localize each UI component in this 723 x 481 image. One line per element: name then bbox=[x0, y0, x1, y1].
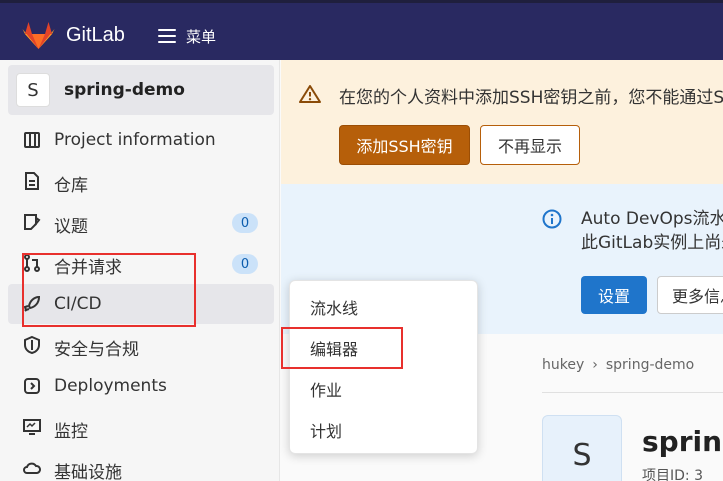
auto-devops-line-1: Auto DevOps流水线 bbox=[581, 209, 723, 229]
sidebar-item-infrastructure[interactable]: 基础设施 bbox=[8, 448, 274, 481]
project-avatar: S bbox=[16, 73, 50, 107]
info-icon bbox=[542, 209, 562, 229]
issues-icon bbox=[24, 214, 41, 230]
gitlab-logo-icon[interactable] bbox=[22, 18, 55, 50]
breadcrumb: hukey › spring-demo bbox=[542, 357, 694, 373]
sidebar-item-label: 仓库 bbox=[54, 176, 88, 196]
sidebar-item-deployments[interactable]: Deployments bbox=[8, 366, 274, 406]
auto-devops-line-2: 此GitLab实例上尚未 bbox=[581, 233, 723, 253]
document-icon bbox=[25, 172, 39, 190]
menu-item-jobs[interactable]: 作业 bbox=[290, 369, 477, 409]
auto-devops-message: Auto DevOps流水线 此GitLab实例上尚未 bbox=[581, 207, 723, 255]
monitor-icon bbox=[23, 419, 41, 435]
hamburger-icon bbox=[158, 29, 176, 43]
sidebar-project-header[interactable]: S spring-demo bbox=[8, 65, 274, 115]
deployments-icon bbox=[24, 378, 40, 394]
merge-requests-count-badge: 0 bbox=[232, 254, 258, 274]
dont-show-again-button[interactable]: 不再显示 bbox=[480, 125, 580, 165]
sidebar-item-repository[interactable]: 仓库 bbox=[8, 161, 274, 201]
menu-item-pipelines[interactable]: 流水线 bbox=[290, 287, 477, 327]
sidebar-item-issues[interactable]: 议题 0 bbox=[8, 202, 274, 242]
editor-highlight-box bbox=[281, 327, 403, 369]
sidebar-item-monitor[interactable]: 监控 bbox=[8, 407, 274, 447]
sidebar-item-project-information[interactable]: Project information bbox=[8, 120, 274, 160]
cloud-icon bbox=[23, 462, 41, 474]
sidebar-item-label: 基础设施 bbox=[54, 463, 122, 481]
menu-item-schedules[interactable]: 计划 bbox=[290, 410, 477, 450]
settings-button[interactable]: 设置 bbox=[581, 276, 647, 314]
sidebar-item-label: Project information bbox=[54, 130, 216, 150]
sidebar-item-label: 监控 bbox=[54, 422, 88, 442]
cicd-highlight-box bbox=[22, 253, 196, 327]
project-id: 项目ID: 3 bbox=[642, 468, 703, 481]
issues-count-badge: 0 bbox=[232, 213, 258, 233]
top-navbar: GitLab 菜单 bbox=[0, 0, 723, 60]
more-info-button[interactable]: 更多信息 bbox=[657, 276, 723, 314]
project-title: spring bbox=[642, 425, 723, 458]
sidebar-item-security-compliance[interactable]: 安全与合规 bbox=[8, 325, 274, 365]
header-divider bbox=[542, 392, 723, 393]
shield-icon bbox=[24, 335, 40, 355]
ssh-key-alert: 在您的个人资料中添加SSH密钥之前，您不能通过SSH 添加SSH密钥 不再显示 bbox=[281, 60, 723, 184]
project-large-avatar: S bbox=[542, 415, 622, 481]
breadcrumb-project-link[interactable]: spring-demo bbox=[606, 357, 694, 373]
window-strip bbox=[0, 0, 723, 3]
breadcrumb-group-link[interactable]: hukey bbox=[542, 357, 584, 373]
main-menu-button[interactable]: 菜单 bbox=[158, 22, 216, 50]
warning-icon bbox=[299, 85, 321, 103]
ssh-alert-message: 在您的个人资料中添加SSH密钥之前，您不能通过SSH bbox=[339, 88, 723, 108]
project-info-icon bbox=[24, 132, 40, 148]
brand-name[interactable]: GitLab bbox=[66, 24, 125, 47]
sidebar-item-label: 安全与合规 bbox=[54, 340, 139, 360]
chevron-right-icon: › bbox=[592, 357, 598, 373]
project-name: spring-demo bbox=[64, 80, 185, 100]
add-ssh-key-button[interactable]: 添加SSH密钥 bbox=[339, 125, 470, 165]
main-menu-label: 菜单 bbox=[186, 27, 217, 46]
sidebar-item-label: 议题 bbox=[54, 217, 88, 237]
sidebar-item-label: Deployments bbox=[54, 376, 167, 396]
